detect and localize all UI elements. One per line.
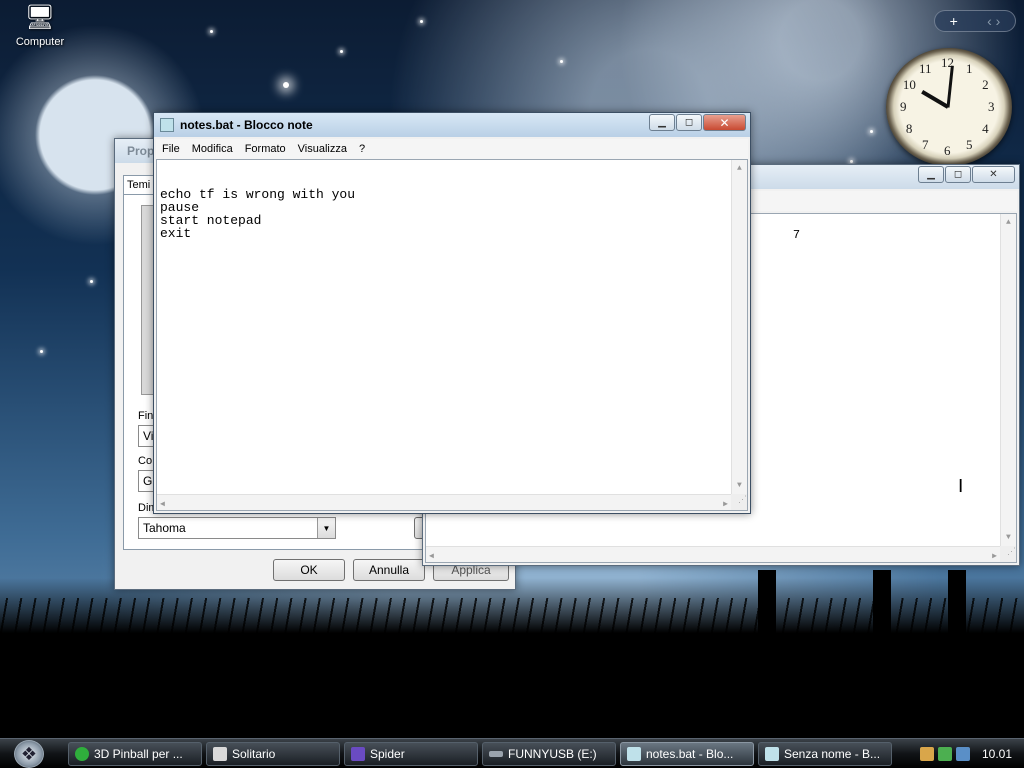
taskbar-item-untitled[interactable]: Senza nome - B... xyxy=(758,742,892,766)
taskbar-item-label: FUNNYUSB (E:) xyxy=(508,747,597,761)
taskbar-item-label: 3D Pinball per ... xyxy=(94,747,183,761)
horizontal-scrollbar[interactable]: ◀ ▶ xyxy=(157,494,731,510)
caption-buttons: ▁ ◻ ✕ xyxy=(648,114,746,131)
star xyxy=(850,160,853,163)
star xyxy=(283,82,289,88)
solitaire-icon xyxy=(213,747,227,761)
clock-number: 2 xyxy=(982,77,989,92)
notepad-icon xyxy=(627,747,641,761)
font-select[interactable]: Tahoma ▼ xyxy=(138,517,336,539)
star xyxy=(210,30,213,33)
close-button[interactable]: ✕ xyxy=(972,166,1015,183)
clock-number: 11 xyxy=(919,60,932,76)
text-cursor-icon: Ι xyxy=(958,476,964,497)
desktop-icon-label: Computer xyxy=(15,36,65,48)
computer-icon: 🖥 xyxy=(24,4,56,31)
users-icon[interactable] xyxy=(920,747,934,761)
clock-number: 5 xyxy=(966,137,973,153)
taskbar-item-pinball[interactable]: 3D Pinball per ... xyxy=(68,742,202,766)
tab-label: Temi xyxy=(127,179,151,191)
star xyxy=(340,50,343,53)
star xyxy=(420,20,423,23)
vertical-scrollbar[interactable]: ▲ ▼ xyxy=(1000,214,1016,546)
resize-grip[interactable]: ⋰ xyxy=(731,494,747,510)
resize-grip[interactable]: ⋰ xyxy=(1000,546,1016,562)
taskbar-item-solitaire[interactable]: Solitario xyxy=(206,742,340,766)
notepad-icon xyxy=(160,118,174,132)
notepad-content: echo tf is wrong with you pause start no… xyxy=(160,187,356,241)
taskbar-item-notes-bat[interactable]: notes.bat - Blo... xyxy=(620,742,754,766)
notepad-icon xyxy=(765,747,779,761)
chevron-down-icon[interactable]: ▼ xyxy=(317,518,335,538)
taskbar-item-label: Senza nome - B... xyxy=(784,747,881,761)
horizontal-scrollbar[interactable]: ◀ ▶ xyxy=(426,546,1000,562)
vertical-scrollbar[interactable]: ▲ ▼ xyxy=(731,160,747,494)
clock-number: 4 xyxy=(982,121,989,136)
taskbar-item-label: Spider xyxy=(370,747,405,761)
clock-number: 1 xyxy=(966,60,973,76)
minimize-button[interactable]: ▁ xyxy=(918,166,944,183)
taskbar-item-usb-drive[interactable]: FUNNYUSB (E:) xyxy=(482,742,616,766)
menu-help[interactable]: ? xyxy=(353,143,371,155)
sidebar-controls: + ‹ › xyxy=(934,10,1016,32)
maximize-button[interactable]: ◻ xyxy=(676,114,702,131)
clock-time[interactable]: 10.01 xyxy=(982,747,1012,761)
network-icon[interactable] xyxy=(956,747,970,761)
menu-view[interactable]: Visualizza xyxy=(292,143,353,155)
menu-edit[interactable]: Modifica xyxy=(186,143,239,155)
untitled-text: 7 xyxy=(792,228,801,242)
clock-number: 9 xyxy=(900,99,907,114)
menu-bar: File Modifica Formato Visualizza ? xyxy=(156,139,748,159)
menu-file[interactable]: File xyxy=(156,143,186,155)
notepad-window[interactable]: notes.bat - Blocco note ▁ ◻ ✕ File Modif… xyxy=(153,112,751,514)
caption-buttons: ▁ ◻ ✕ xyxy=(917,166,1015,183)
taskbar-item-label: Solitario xyxy=(232,747,276,761)
clock-number: 10 xyxy=(902,77,916,92)
menu-format[interactable]: Formato xyxy=(239,143,292,155)
notepad-text-area[interactable]: echo tf is wrong with you pause start no… xyxy=(156,159,748,511)
close-button[interactable]: ✕ xyxy=(703,114,746,131)
clock-gadget[interactable]: 12 1 2 3 4 5 6 7 8 9 10 11 xyxy=(886,48,1012,166)
star xyxy=(40,350,43,353)
star xyxy=(870,130,873,133)
add-gadget-button[interactable]: + xyxy=(950,13,958,29)
spider-icon xyxy=(351,747,365,761)
windows-logo-icon: ❖ xyxy=(20,743,38,764)
star xyxy=(90,280,93,283)
clock-number: 6 xyxy=(944,143,951,158)
clock-number: 8 xyxy=(905,121,913,136)
clock-number: 7 xyxy=(922,137,929,153)
start-button[interactable]: ❖ xyxy=(14,740,44,768)
clock-hour-hand xyxy=(921,90,950,109)
clock-number: 3 xyxy=(988,99,995,114)
taskbar: ❖ 3D Pinball per ... Solitario Spider FU… xyxy=(0,738,1024,768)
taskbar-item-label: notes.bat - Blo... xyxy=(646,747,734,761)
safely-remove-icon[interactable] xyxy=(938,747,952,761)
minimize-button[interactable]: ▁ xyxy=(649,114,675,131)
drive-icon xyxy=(489,751,503,757)
grass-ground xyxy=(0,578,1024,738)
select-value: Tahoma xyxy=(143,521,186,535)
ok-button[interactable]: OK xyxy=(273,559,345,581)
gadget-nav-arrows[interactable]: ‹ › xyxy=(987,13,1000,29)
maximize-button[interactable]: ◻ xyxy=(945,166,971,183)
clock-minute-hand xyxy=(946,65,954,108)
cancel-button[interactable]: Annulla xyxy=(353,559,425,581)
label-colore: Co xyxy=(138,455,153,467)
window-title: notes.bat - Blocco note xyxy=(180,118,313,132)
taskbar-item-spider[interactable]: Spider xyxy=(344,742,478,766)
pinball-icon xyxy=(75,747,89,761)
system-tray: 10.01 xyxy=(916,739,1024,768)
star xyxy=(560,60,563,63)
desktop-icon-computer[interactable]: 🖥 Computer xyxy=(10,4,70,48)
